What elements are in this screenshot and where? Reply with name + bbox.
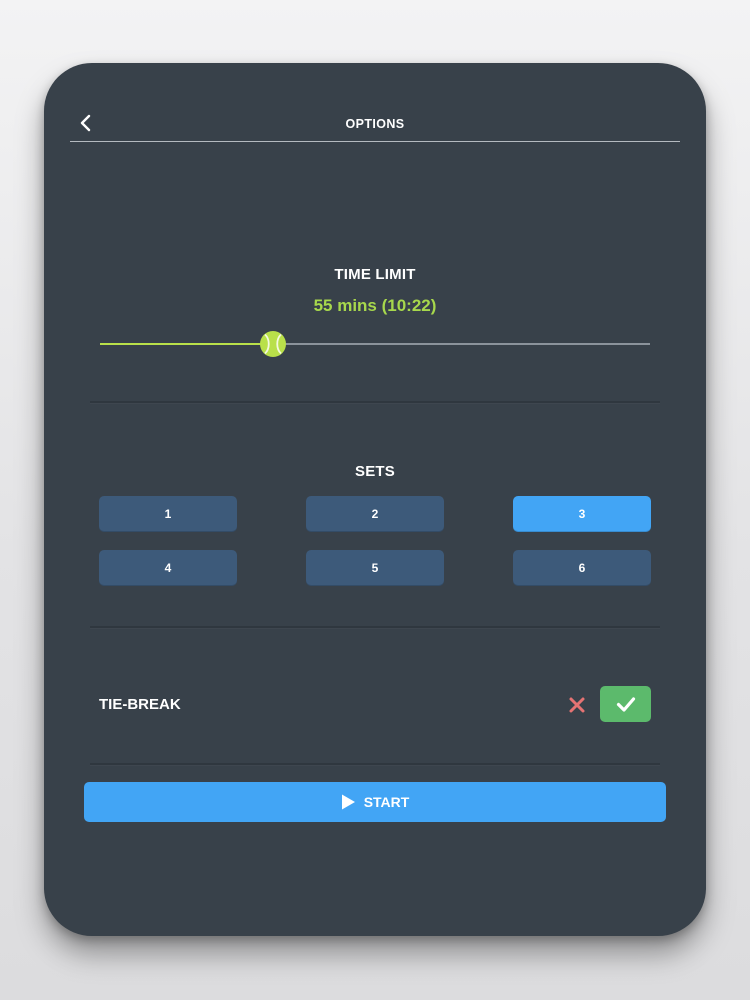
time-limit-slider[interactable] [100, 329, 650, 359]
set-option-2[interactable]: 2 [306, 496, 444, 532]
set-option-4[interactable]: 4 [99, 550, 237, 586]
set-option-6[interactable]: 6 [513, 550, 651, 586]
time-limit-value: 55 mins (10:22) [313, 296, 437, 315]
close-icon [569, 697, 585, 713]
set-option-5[interactable]: 5 [306, 550, 444, 586]
section-divider [90, 626, 660, 628]
device-frame: OPTIONS TIME LIMIT 55 mins (10:22) SETS … [44, 63, 706, 936]
play-icon [341, 794, 356, 810]
tiebreak-on-button[interactable] [600, 686, 651, 722]
tiebreak-label: TIE-BREAK [99, 696, 181, 713]
start-button[interactable]: START [84, 782, 666, 822]
set-option-3[interactable]: 3 [513, 496, 651, 532]
top-bar: OPTIONS [70, 103, 680, 142]
tennis-ball-icon [260, 331, 287, 357]
set-option-1[interactable]: 1 [99, 496, 237, 532]
slider-thumb[interactable] [259, 330, 287, 358]
sets-label: SETS [355, 463, 395, 480]
tiebreak-off-button[interactable] [566, 694, 588, 716]
start-button-label: START [363, 794, 410, 810]
time-limit-label: TIME LIMIT [334, 266, 416, 283]
check-icon [616, 697, 635, 712]
page-title: OPTIONS [345, 117, 405, 131]
section-divider [90, 763, 660, 765]
section-divider [90, 401, 660, 403]
slider-fill [100, 343, 274, 345]
